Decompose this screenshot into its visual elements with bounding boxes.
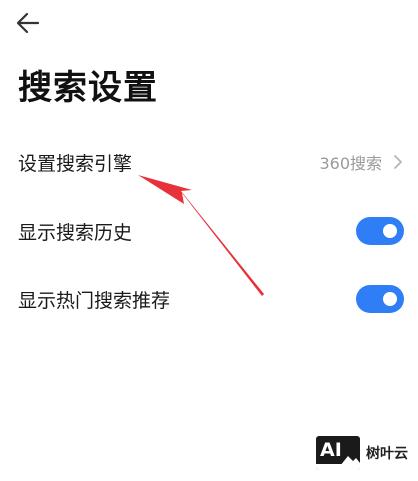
show-hot-search-toggle[interactable] <box>356 285 404 313</box>
back-button[interactable] <box>12 8 44 38</box>
show-hot-search-label: 显示热门搜索推荐 <box>18 289 171 312</box>
watermark-logo: AI <box>316 436 360 470</box>
toggle-knob <box>383 292 397 306</box>
show-history-label: 显示搜索历史 <box>18 221 133 244</box>
arrow-left-icon <box>16 12 40 34</box>
toggle-knob <box>383 224 397 238</box>
watermark-text: 树叶云 <box>366 446 408 462</box>
chevron-right-icon <box>392 154 404 170</box>
show-history-toggle[interactable] <box>356 217 404 245</box>
search-engine-row[interactable]: 设置搜索引擎 360搜索 <box>0 134 418 190</box>
watermark: AI 树叶云 <box>316 436 408 470</box>
show-history-row: 显示搜索历史 <box>0 203 418 259</box>
search-engine-value: 360搜索 <box>319 154 382 173</box>
page-title: 搜索设置 <box>18 68 158 108</box>
search-engine-label: 设置搜索引擎 <box>18 152 133 175</box>
show-hot-search-row: 显示热门搜索推荐 <box>0 271 418 327</box>
